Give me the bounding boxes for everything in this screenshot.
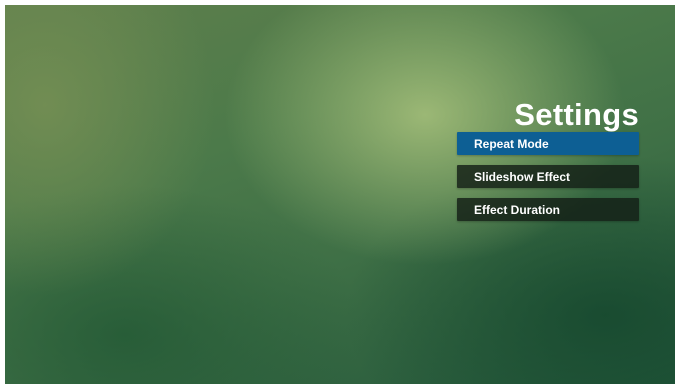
settings-menu: Repeat Mode Slideshow Effect Effect Dura…: [457, 132, 639, 231]
menu-item-repeat-mode[interactable]: Repeat Mode: [457, 132, 639, 155]
menu-item-effect-duration[interactable]: Effect Duration: [457, 198, 639, 221]
page-title: Settings: [514, 97, 639, 132]
menu-item-slideshow-effect[interactable]: Slideshow Effect: [457, 165, 639, 188]
settings-screen: Settings Repeat Mode Slideshow Effect Ef…: [5, 5, 675, 384]
